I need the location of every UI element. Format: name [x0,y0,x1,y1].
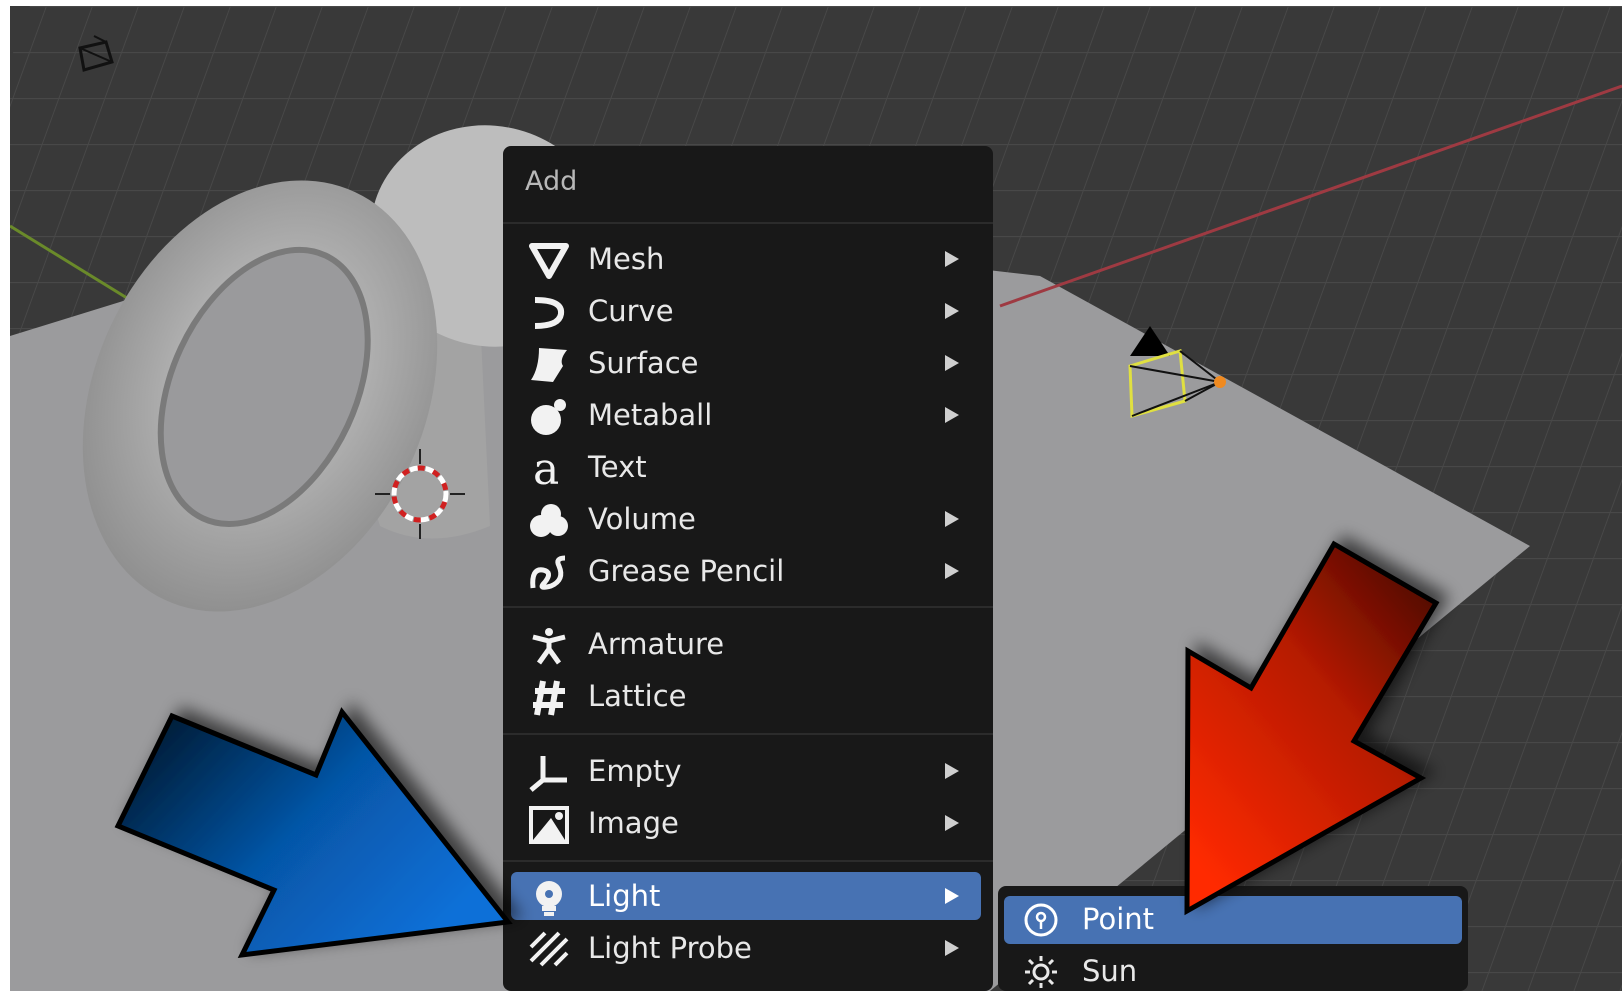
add-menu-title: Add [525,166,578,197]
menu-item-label: Light [588,879,661,913]
menu-item-lattice[interactable]: Lattice [511,672,981,722]
menu-item-label: Mesh [588,242,665,276]
menu-item-label: Lattice [588,679,687,713]
menu-item-volume[interactable]: Volume [511,495,981,545]
submenu-arrow-icon [945,407,959,423]
menu-item-point-light[interactable]: Point [1004,896,1462,944]
lattice-icon [533,680,565,716]
submenu-arrow-icon [945,815,959,831]
menu-item-empty[interactable]: Empty [511,747,981,797]
submenu-arrow-icon [945,888,959,904]
menu-item-label: Empty [588,754,682,788]
submenu-arrow-icon [945,563,959,579]
submenu-arrow-icon [945,355,959,371]
empty-icon [529,756,567,792]
light-icon [536,881,562,916]
menu-item-metaball[interactable]: Metaball [511,391,981,441]
curve-icon [534,297,565,329]
submenu-arrow-icon [945,940,959,956]
text-icon: a [533,450,559,488]
surface-icon [531,348,567,382]
menu-item-label: Light Probe [588,931,752,965]
volume-icon [530,504,568,537]
menu-item-label: Point [1082,902,1155,936]
menu-item-label: Image [588,806,679,840]
submenu-arrow-icon [945,303,959,319]
menu-item-sun-light[interactable]: Sun [1004,948,1462,991]
mesh-icon [529,243,569,279]
menu-divider [503,733,993,735]
menu-item-light-probe[interactable]: Light Probe [511,924,981,974]
menu-item-label: Metaball [588,398,713,432]
add-menu: Add Mesh Curve Surface Metaball a Text V… [503,146,993,991]
menu-item-curve[interactable]: Curve [511,287,981,337]
menu-item-light[interactable]: Light [511,872,981,920]
menu-divider [503,606,993,608]
menu-item-label: Armature [588,627,725,661]
light-probe-icon [529,931,569,967]
menu-item-label: Surface [588,346,699,380]
menu-divider [503,222,993,224]
menu-divider [503,860,993,862]
light-submenu: Point Sun [998,886,1468,991]
menu-item-image[interactable]: Image [511,799,981,849]
menu-item-mesh[interactable]: Mesh [511,235,981,285]
menu-item-text[interactable]: a Text [511,443,981,493]
menu-item-label: Volume [588,502,696,536]
menu-item-surface[interactable]: Surface [511,339,981,389]
menu-item-label: Grease Pencil [588,554,785,588]
grease-pencil-icon [530,555,566,590]
submenu-arrow-icon [945,511,959,527]
metaball-icon [531,399,566,435]
menu-item-armature[interactable]: Armature [511,620,981,670]
menu-item-grease-pencil[interactable]: Grease Pencil [511,547,981,597]
menu-item-label: Sun [1082,954,1138,988]
menu-item-label: Curve [588,294,674,328]
armature-icon [532,628,566,665]
point-light-icon [1024,903,1058,937]
camera-view-toggle-button[interactable] [74,34,118,78]
camera-view-icon [78,35,114,72]
menu-item-label: Text [588,450,647,484]
sun-light-icon [1025,956,1057,988]
submenu-arrow-icon [945,251,959,267]
image-icon [529,806,569,844]
submenu-arrow-icon [945,763,959,779]
svg-text:a: a [533,450,559,488]
